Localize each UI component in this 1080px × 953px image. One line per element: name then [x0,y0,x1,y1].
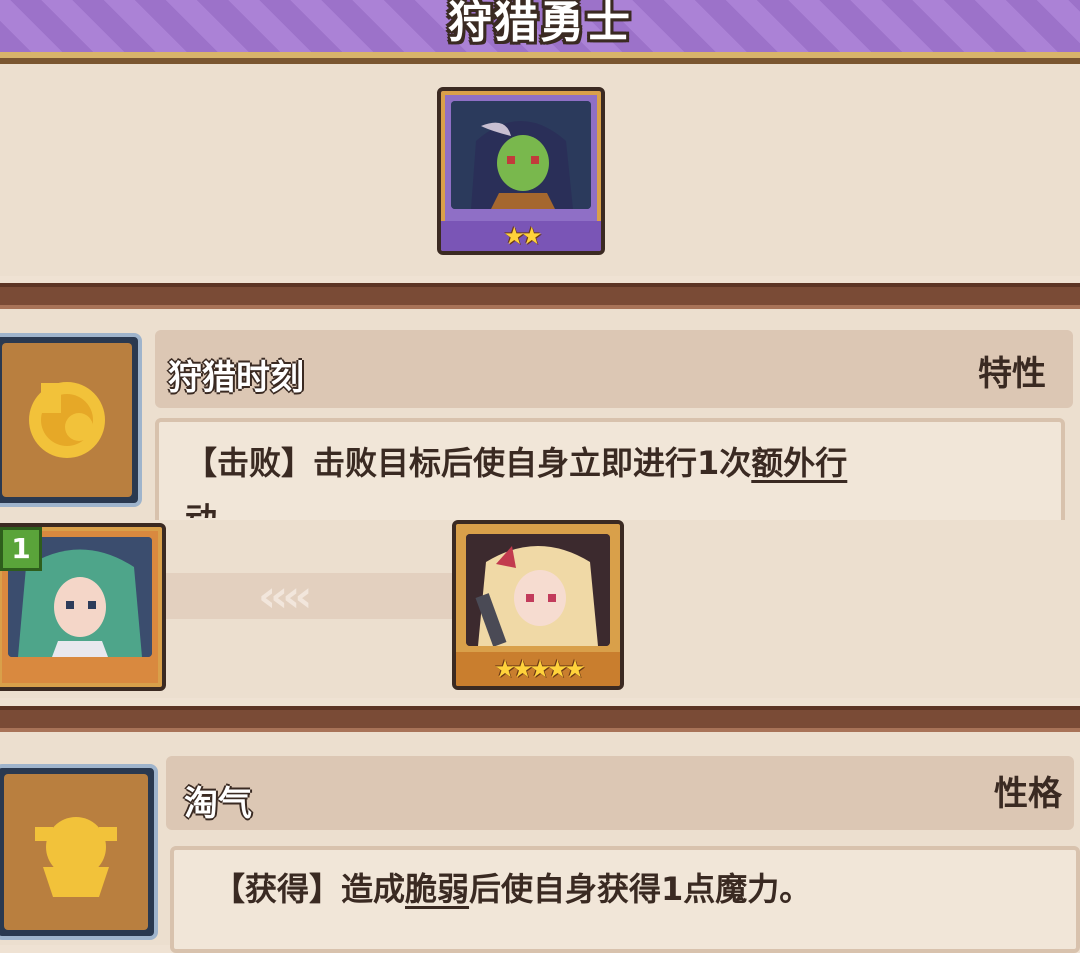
personality-icon[interactable] [0,764,158,940]
trait-emblem [2,343,132,497]
trait-keyword-link[interactable]: 额外行 [751,444,847,482]
personality-header [166,756,1074,830]
personality-desc-prefix: 【获得】造成 [213,870,406,908]
right-unit-stars: ★★★★★ [456,652,620,686]
blonde-horn-girl-icon [466,534,610,646]
trait-type: 特性 [978,354,1046,394]
hunter-emblem-icon [29,382,105,458]
mischief-emblem-icon [35,817,117,897]
green-skin-girl-icon [451,101,591,209]
right-unit-portrait[interactable]: ★★★★★ [452,520,624,690]
trait-name: 狩猎时刻 [168,358,304,398]
personality-name: 淘气 [184,784,252,824]
trait-desc-prefix: 【击败】击败目标后使自身立即进行1次 [185,444,752,482]
top-unit-stars: ★★ [441,221,601,251]
personality-type: 性格 [994,774,1062,814]
banner-title: 狩猎勇士 [448,0,632,48]
personality-keyword-link[interactable]: 脆弱 [405,870,469,908]
swap-arrow-track [160,573,460,619]
trait-description: 【击败】击败目标后使自身立即进行1次额外行 [185,438,847,484]
trait-desc-cut: 动 [185,494,217,518]
swap-arrows-icon: ‹‹‹‹ [258,571,312,622]
right-unit-image [466,534,610,646]
trait-icon[interactable] [0,333,142,507]
personality-description: 【获得】造成脆弱后使自身获得1点魔力。 [213,864,811,910]
personality-desc-suffix: 后使自身获得1点魔力。 [469,870,812,908]
personality-emblem [4,774,148,930]
left-unit-level-badge: 1 [0,527,42,571]
top-unit-image [451,101,591,209]
title-banner: 狩猎勇士 [0,0,1080,58]
divider-middle [0,706,1080,732]
divider-top [0,283,1080,309]
top-unit-portrait[interactable]: ★★ [437,87,605,255]
